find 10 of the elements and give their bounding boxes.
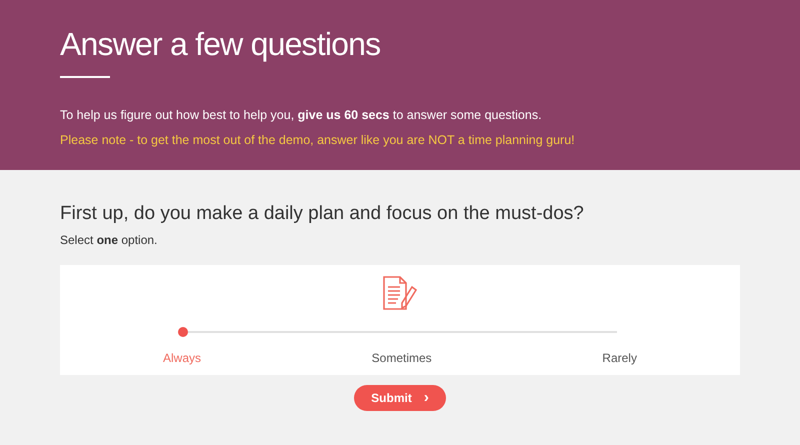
question-text: First up, do you make a daily plan and focus on the must-dos?	[60, 202, 584, 226]
slider-thumb[interactable]	[178, 326, 188, 336]
document-pencil-icon	[382, 274, 418, 312]
intro-text: To help us figure out how best to help you, give us 60 secs to answer some questions.	[60, 107, 542, 124]
note-text: Please note - to get the most out of the demo, answer like you are NOT a time planning guru!	[60, 132, 575, 149]
option-label[interactable]: Rarely	[602, 348, 637, 366]
chevron-icon: ›	[424, 390, 429, 405]
page-title: Answer a few questions	[60, 25, 380, 64]
option-label[interactable]: Sometimes	[372, 348, 432, 366]
hint-text: Select one option.	[60, 232, 158, 248]
